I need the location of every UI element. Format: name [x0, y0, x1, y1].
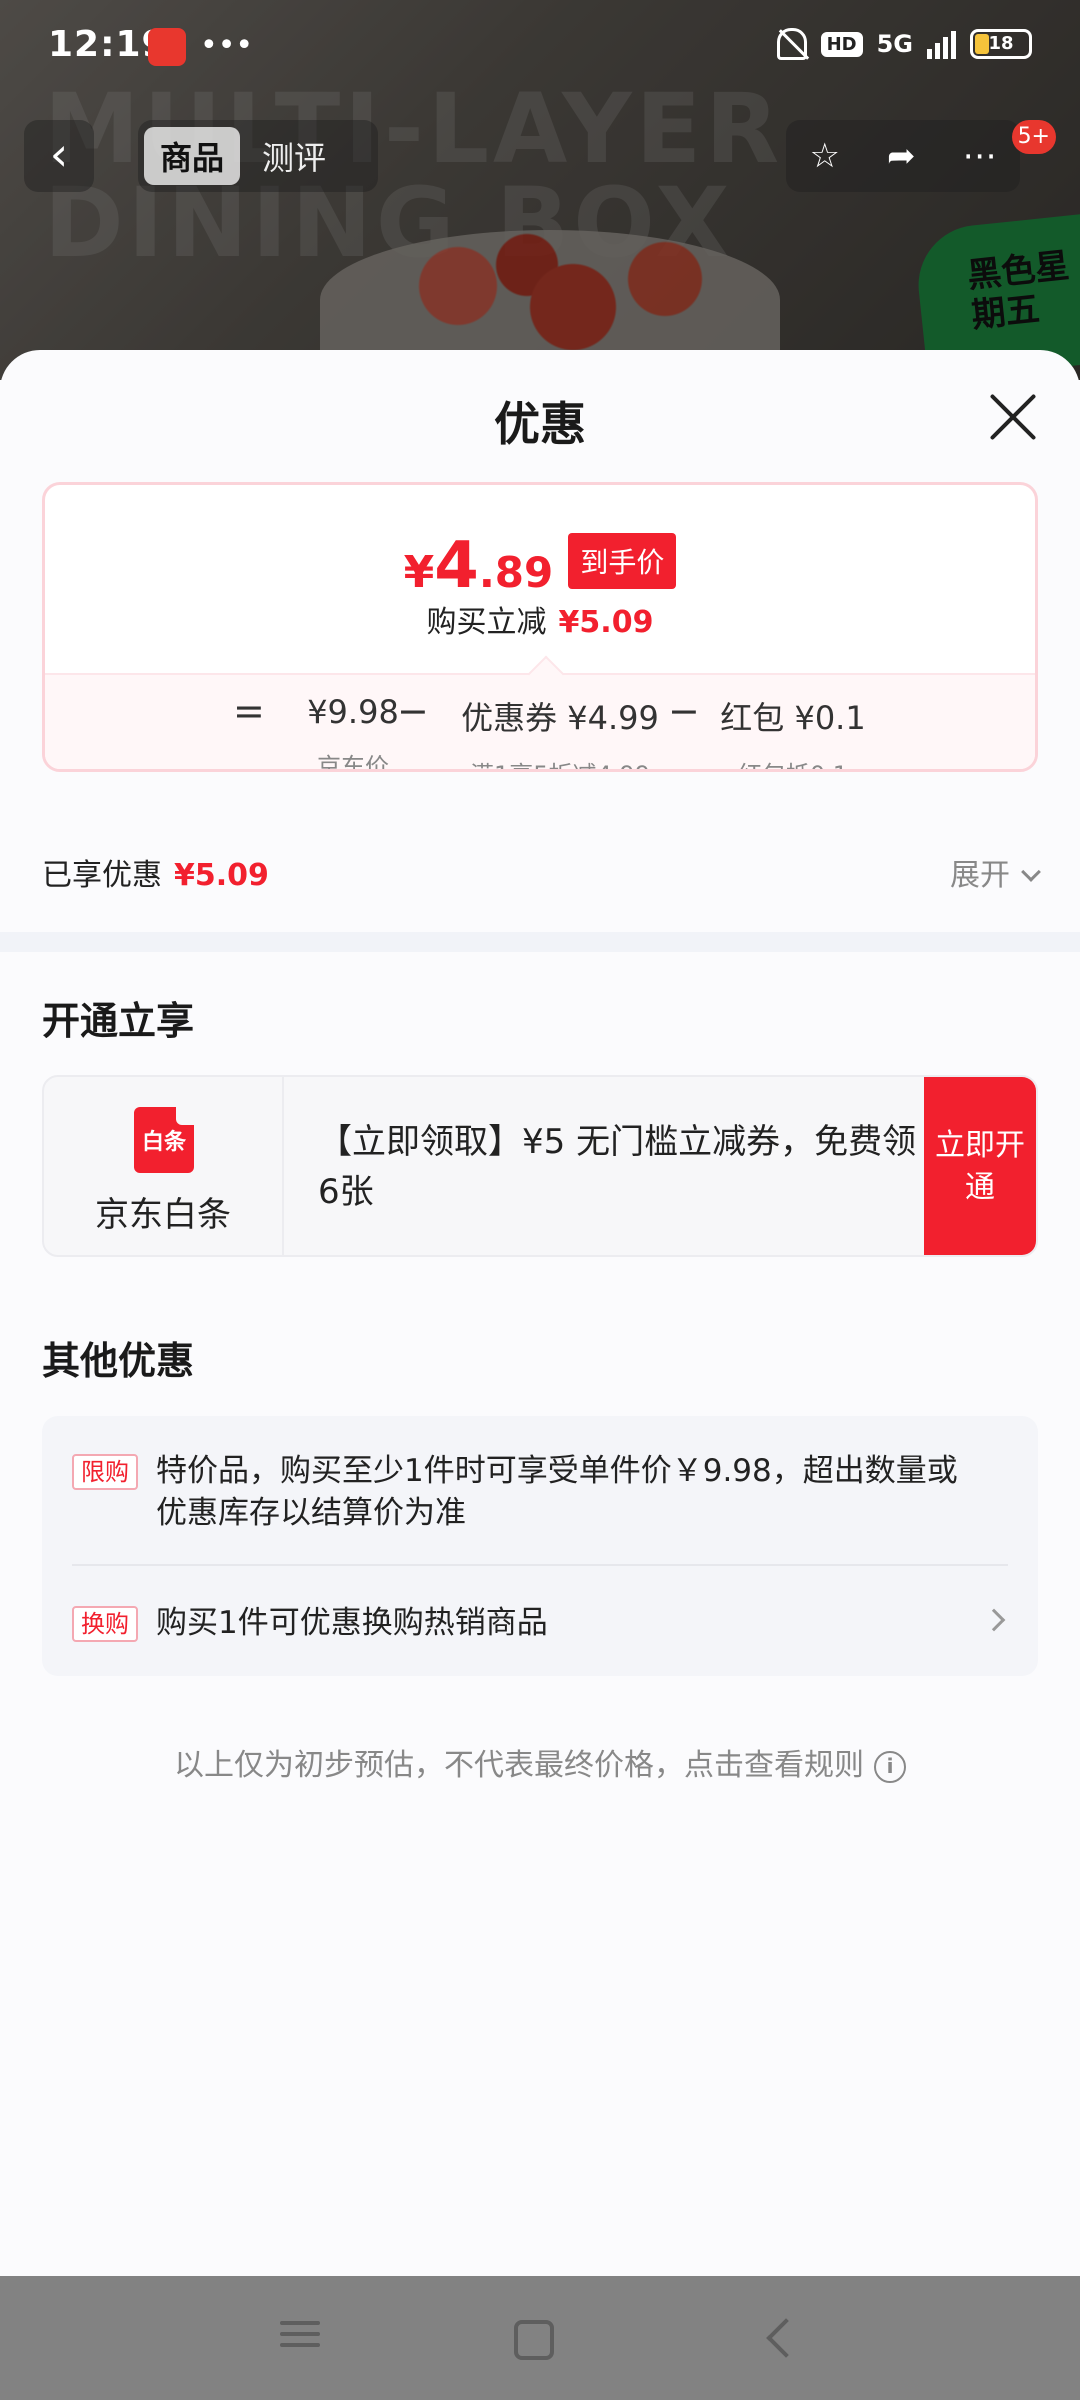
signal-icon [927, 29, 956, 59]
star-icon[interactable]: ☆ [810, 136, 840, 176]
baitiao-logo-icon: 白条 [134, 1107, 194, 1173]
status-indicators: HD 5G 18 [776, 28, 1032, 60]
app-notification-icon [148, 28, 186, 66]
formula-note: 满1享5折减4.99 [445, 755, 675, 769]
formula-equals: = [233, 689, 265, 733]
tab-review[interactable]: 测评 [246, 127, 342, 185]
sheet-header: 优惠 [0, 350, 1080, 480]
message-count-badge: 5+ [1011, 120, 1056, 154]
promo-tag: 换购 [72, 1606, 138, 1642]
formula-value: 优惠券 ¥4.99 [461, 699, 659, 737]
tab-product[interactable]: 商品 [144, 127, 241, 185]
battery-level: 18 [988, 33, 1014, 54]
back-icon[interactable]: ‹ [24, 120, 94, 192]
sheet-title: 优惠 [494, 397, 586, 451]
final-price: ¥4.89 [404, 529, 554, 603]
section-divider [0, 932, 1080, 952]
hd-icon: HD [820, 31, 863, 57]
formula-minus: − [397, 689, 429, 733]
final-price-tag: 到手价 [568, 533, 677, 589]
formula-value: 红包 ¥0.1 [720, 699, 866, 737]
nav-home-icon[interactable] [514, 2320, 554, 2360]
battery-icon: 18 [970, 29, 1032, 59]
instant-discount-amount: ¥5.09 [558, 605, 654, 640]
baitiao-brand: 白条 京东白条 [44, 1077, 284, 1255]
list-item-limit-purchase: 限购 特价品，购买至少1件时可享受单件价￥9.98，超出数量或优惠库存以结算价为… [72, 1450, 1008, 1540]
list-divider [72, 1564, 1008, 1566]
share-icon[interactable]: ➦ [887, 136, 916, 176]
formula-item-redpacket: 红包 ¥0.1 红包抵0.1 [713, 693, 873, 769]
final-price-currency: ¥ [403, 547, 435, 598]
formula-note: 京东价 [317, 753, 389, 772]
price-disclaimer[interactable]: 以上仅为初步预估，不代表最终价格，点击查看规则 i [0, 1740, 1080, 1784]
enjoyed-discount-row: 已享优惠 ¥5.09 展开 [42, 850, 1041, 894]
chevron-down-icon [1021, 862, 1041, 882]
promo-text: 特价品，购买至少1件时可享受单件价￥9.98，超出数量或优惠库存以结算价为准 [156, 1453, 958, 1531]
close-icon[interactable] [988, 392, 1038, 442]
promo-tag: 限购 [72, 1454, 138, 1490]
system-nav-bar [0, 2276, 1080, 2400]
discount-sheet: 优惠 ¥4.89 到手价 购买立减 ¥5.09 = ¥9.98 京东价 − 优惠券… [0, 350, 1080, 2276]
nav-menu-icon[interactable] [276, 2314, 326, 2364]
formula-minus: − [668, 689, 700, 733]
disclaimer-text: 以上仅为初步预估，不代表最终价格，点击查看规则 [174, 1748, 864, 1783]
instant-discount-label: 购买立减 [426, 605, 547, 640]
more-icon[interactable]: ⋯ [962, 136, 996, 176]
status-bar: 12:19 ••• HD 5G 18 [0, 0, 1080, 96]
promo-text: 购买1件可优惠换购热销商品 [156, 1605, 548, 1641]
instant-discount: 购买立减 ¥5.09 [45, 597, 1035, 641]
baitiao-name: 京东白条 [95, 1195, 231, 1235]
mute-bell-icon [776, 28, 807, 60]
product-nav: ‹ 商品 测评 ☆ ➦ ⋯ 5+ [24, 120, 1056, 194]
formula-note: 红包抵0.1 [713, 755, 873, 769]
final-price-dec: .89 [478, 548, 554, 597]
chevron-right-icon [982, 1608, 1006, 1632]
product-tabs: 商品 测评 [138, 120, 378, 192]
open-section-title: 开通立享 [42, 999, 195, 1043]
enjoyed-label: 已享优惠 [42, 858, 162, 893]
network-label: 5G [876, 30, 913, 58]
final-price-row: ¥4.89 到手价 [45, 529, 1035, 603]
nav-back-icon[interactable] [758, 2314, 808, 2364]
more-notifications-icon: ••• [200, 28, 254, 63]
final-price-int: 4 [434, 529, 479, 603]
enjoyed-amount: ¥5.09 [174, 858, 269, 893]
open-now-button[interactable]: 立即开通 [924, 1077, 1036, 1255]
expand-label: 展开 [950, 858, 1010, 893]
other-section-title: 其他优惠 [42, 1339, 195, 1383]
price-formula: = ¥9.98 京东价 − 优惠券 ¥4.99 满1享5折减4.99 − 红包 … [45, 673, 1035, 772]
baitiao-card[interactable]: 白条 京东白条 【立即领取】¥5 无门槛立减券，免费领6张 立即开通 [42, 1075, 1038, 1257]
formula-item-coupon: 优惠券 ¥4.99 满1享5折减4.99 [445, 693, 675, 769]
price-card: ¥4.89 到手价 购买立减 ¥5.09 = ¥9.98 京东价 − 优惠券 ¥4… [42, 482, 1038, 772]
info-icon[interactable]: i [874, 1750, 906, 1783]
list-item-exchange-purchase[interactable]: 换购 购买1件可优惠换购热销商品 [72, 1602, 1008, 1646]
expand-button[interactable]: 展开 [950, 850, 1041, 894]
baitiao-description: 【立即领取】¥5 无门槛立减券，免费领6张 [318, 1122, 917, 1212]
other-discounts-card: 限购 特价品，购买至少1件时可享受单件价￥9.98，超出数量或优惠库存以结算价为… [42, 1416, 1038, 1676]
product-actions: ☆ ➦ ⋯ [786, 120, 1020, 192]
